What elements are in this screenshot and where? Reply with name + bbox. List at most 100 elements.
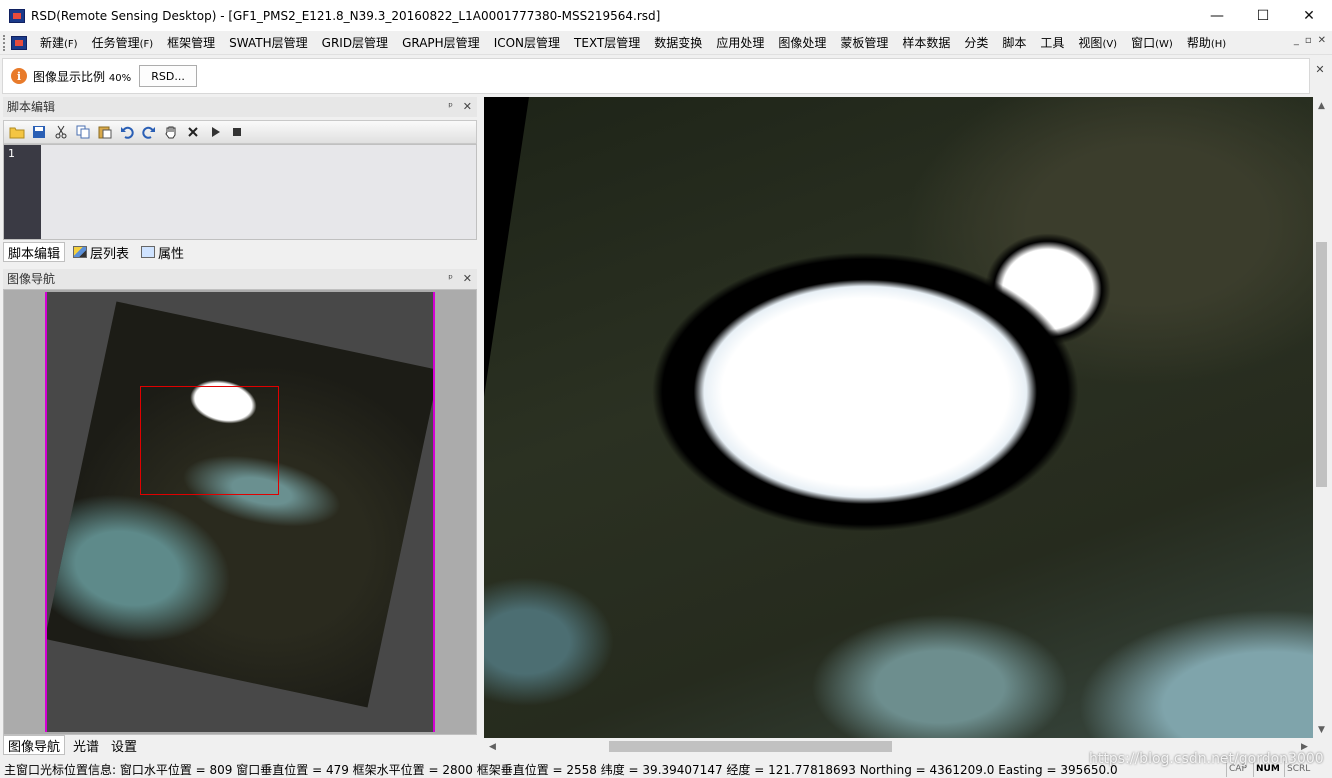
script-toolbar — [3, 120, 477, 144]
scroll-left-icon[interactable]: ◀ — [484, 738, 501, 755]
maximize-button[interactable]: ☐ — [1240, 0, 1286, 31]
tab-label: 层列表 — [90, 246, 130, 262]
menu-item[interactable]: 框架管理 — [160, 32, 222, 54]
menu-item-label: GRID层管理 — [321, 35, 389, 50]
menu-item[interactable]: 蒙板管理 — [833, 32, 895, 54]
close-button[interactable]: ✕ — [1286, 0, 1332, 31]
menu-item-label: 蒙板管理 — [840, 35, 889, 50]
cut-icon[interactable] — [52, 123, 70, 141]
script-editor[interactable]: 1 — [3, 144, 477, 240]
menu-item[interactable]: 视图(V) — [1071, 32, 1124, 54]
minimize-button[interactable]: — — [1194, 0, 1240, 31]
menu-grip[interactable] — [3, 34, 7, 51]
run-icon[interactable] — [206, 123, 224, 141]
menu-item-label: 视图 — [1078, 35, 1103, 50]
line-gutter: 1 — [4, 145, 41, 239]
menu-item[interactable]: SWATH层管理 — [222, 32, 314, 54]
vertical-scrollbar[interactable]: ▲ ▼ — [1313, 97, 1330, 738]
menu-item-label: 应用处理 — [716, 35, 765, 50]
layers-icon — [73, 246, 88, 258]
menu-item-label: TEXT层管理 — [574, 35, 641, 50]
redo-icon[interactable] — [140, 123, 158, 141]
image-navigator[interactable] — [3, 289, 477, 735]
left-bottom-tabs: 图像导航 光谱 设置 — [3, 734, 145, 756]
watermark-text: https://blog.csdn.net/gordon3000 — [1089, 751, 1324, 767]
hand-icon[interactable] — [162, 123, 180, 141]
menu-item-label: 窗口 — [1131, 35, 1156, 50]
tab-properties[interactable]: 属性 — [137, 242, 188, 262]
menu-item[interactable]: 数据变换 — [647, 32, 709, 54]
script-panel-header: 脚本编辑 ᵖ ✕ — [3, 97, 477, 117]
menu-item[interactable]: 新建(F) — [33, 32, 85, 54]
menu-item[interactable]: TEXT层管理 — [567, 32, 647, 54]
rsd-button[interactable]: RSD... — [139, 65, 198, 87]
display-scale-text: 图像显示比例 — [33, 69, 106, 84]
menu-item[interactable]: 图像处理 — [771, 32, 833, 54]
pin-icon[interactable]: ᵖ — [448, 269, 453, 289]
infobar-close-icon[interactable]: ✕ — [1311, 63, 1329, 76]
app-icon — [9, 8, 25, 23]
scroll-down-icon[interactable]: ▼ — [1313, 721, 1330, 738]
panel-close-icon[interactable]: ✕ — [463, 269, 472, 289]
menu-bar: 新建(F) 任务管理(F) 框架管理 SWATH层管理 GRID层管理 GRAPH层管理 I… — [0, 31, 1332, 55]
menu-item-accelerator: (W) — [1155, 38, 1173, 50]
nav-panel-title: 图像导航 — [7, 272, 56, 286]
menu-item-accelerator: (V) — [1102, 38, 1118, 50]
horizontal-scroll-thumb[interactable] — [609, 741, 892, 752]
tab-layer-list[interactable]: 层列表 — [69, 242, 133, 262]
tab-script-editor[interactable]: 脚本编辑 — [3, 242, 66, 262]
vertical-scroll-thumb[interactable] — [1316, 242, 1327, 487]
window-title: RSD(Remote Sensing Desktop) - [GF1_PMS2_… — [31, 8, 661, 23]
stop-icon[interactable] — [228, 123, 246, 141]
tab-label: 光谱 — [73, 739, 100, 755]
paste-icon[interactable] — [96, 123, 114, 141]
menu-item[interactable]: 分类 — [957, 32, 995, 54]
scroll-up-icon[interactable]: ▲ — [1313, 97, 1330, 114]
menu-item-label: SWATH层管理 — [229, 35, 308, 50]
menu-item[interactable]: 任务管理(F) — [85, 32, 161, 54]
mdi-close-button[interactable]: ✕ — [1318, 35, 1326, 46]
menu-item[interactable]: ICON层管理 — [487, 32, 567, 54]
open-icon[interactable] — [8, 123, 26, 141]
menu-item-accelerator: (F) — [64, 38, 78, 50]
menu-item[interactable]: 样本数据 — [895, 32, 957, 54]
mdi-app-icon[interactable] — [11, 35, 27, 50]
tab-image-navigation[interactable]: 图像导航 — [3, 735, 66, 755]
delete-icon[interactable] — [184, 123, 202, 141]
mdi-restore-button[interactable]: ▫ — [1305, 35, 1312, 46]
menu-item-label: ICON层管理 — [493, 35, 561, 50]
menu-item-label: 新建 — [40, 35, 65, 50]
menu-item[interactable]: GRID层管理 — [315, 32, 395, 54]
tab-spectrum[interactable]: 光谱 — [69, 735, 103, 755]
menu-item[interactable]: 脚本 — [995, 32, 1033, 54]
properties-icon — [141, 246, 156, 258]
pin-icon[interactable]: ᵖ — [448, 97, 453, 117]
nav-panel-header: 图像导航 ᵖ ✕ — [3, 269, 477, 289]
left-panel-tabs: 脚本编辑 层列表 属性 — [3, 241, 192, 263]
nav-viewport-rectangle[interactable] — [140, 386, 279, 495]
save-icon[interactable] — [30, 123, 48, 141]
copy-icon[interactable] — [74, 123, 92, 141]
menu-item[interactable]: 帮助(H) — [1180, 32, 1233, 54]
menu-item[interactable]: 工具 — [1033, 32, 1071, 54]
menu-item-label: 样本数据 — [902, 35, 951, 50]
undo-icon[interactable] — [118, 123, 136, 141]
nav-thumbnail-image — [47, 301, 433, 708]
tab-label: 脚本编辑 — [8, 246, 61, 262]
menu-item[interactable]: GRAPH层管理 — [395, 32, 487, 54]
panel-close-icon[interactable]: ✕ — [463, 97, 472, 117]
menu-item-label: 框架管理 — [167, 35, 216, 50]
menu-item-label: 脚本 — [1002, 35, 1027, 50]
script-panel-title: 脚本编辑 — [7, 100, 56, 114]
menu-item[interactable]: 应用处理 — [709, 32, 771, 54]
info-bar: i 图像显示比例 40% RSD... ✕ — [2, 58, 1325, 94]
main-image-view[interactable] — [484, 97, 1313, 738]
cursor-position-info: 主窗口光标位置信息: 窗口水平位置 = 809 窗口垂直位置 = 479 框架水… — [4, 762, 1118, 777]
menu-item-label: 任务管理 — [91, 35, 140, 50]
mdi-minimize-button[interactable]: _ — [1294, 35, 1299, 46]
menu-item[interactable]: 窗口(W) — [1124, 32, 1180, 54]
display-scale-value: 40% — [108, 72, 132, 84]
info-icon: i — [11, 68, 27, 84]
line-number: 1 — [8, 147, 15, 160]
tab-settings[interactable]: 设置 — [107, 735, 141, 755]
